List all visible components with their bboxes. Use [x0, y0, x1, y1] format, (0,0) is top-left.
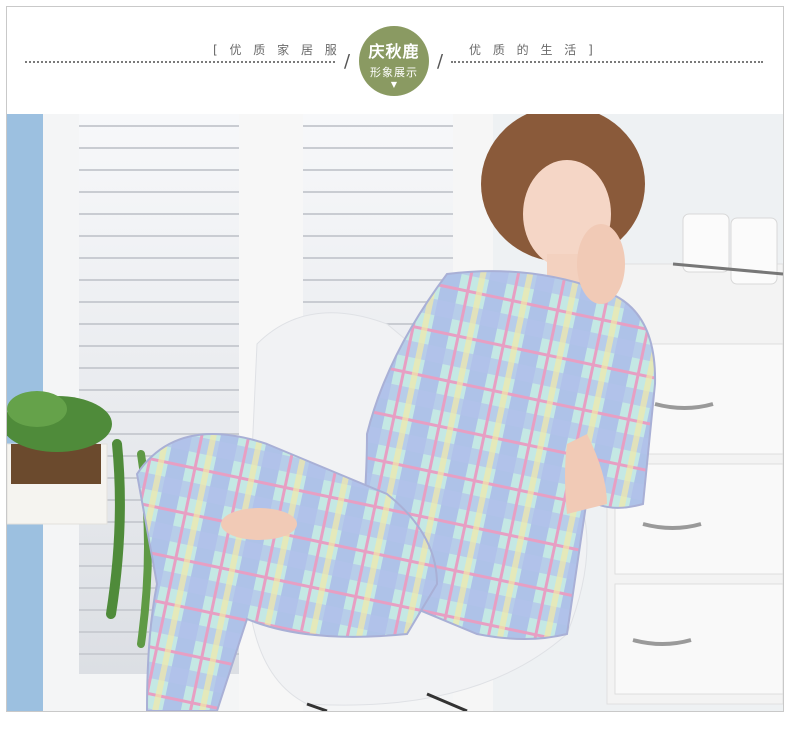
tagline-right: 优 质 的 生 活 ]	[469, 43, 597, 57]
header: [ 优 质 家 居 服 / 庆秋鹿 形象展示 ▼ / 优 质 的 生 活 ]	[7, 7, 783, 114]
page-frame: [ 优 质 家 居 服 / 庆秋鹿 形象展示 ▼ / 优 质 的 生 活 ]	[6, 6, 784, 712]
brand-logo: 庆秋鹿	[368, 42, 420, 61]
slash-left: /	[344, 51, 351, 72]
brand-badge: 庆秋鹿 形象展示 ▼	[359, 26, 429, 96]
dotted-rule-right	[451, 61, 763, 63]
slash-right: /	[437, 51, 444, 72]
tagline-left: [ 优 质 家 居 服	[213, 43, 341, 57]
brand-subtitle: 形象展示	[370, 66, 418, 79]
down-arrow-icon: ▼	[390, 80, 398, 89]
product-photo	[7, 114, 783, 711]
dotted-rule-left	[25, 61, 335, 63]
photo-illustration	[7, 114, 783, 711]
